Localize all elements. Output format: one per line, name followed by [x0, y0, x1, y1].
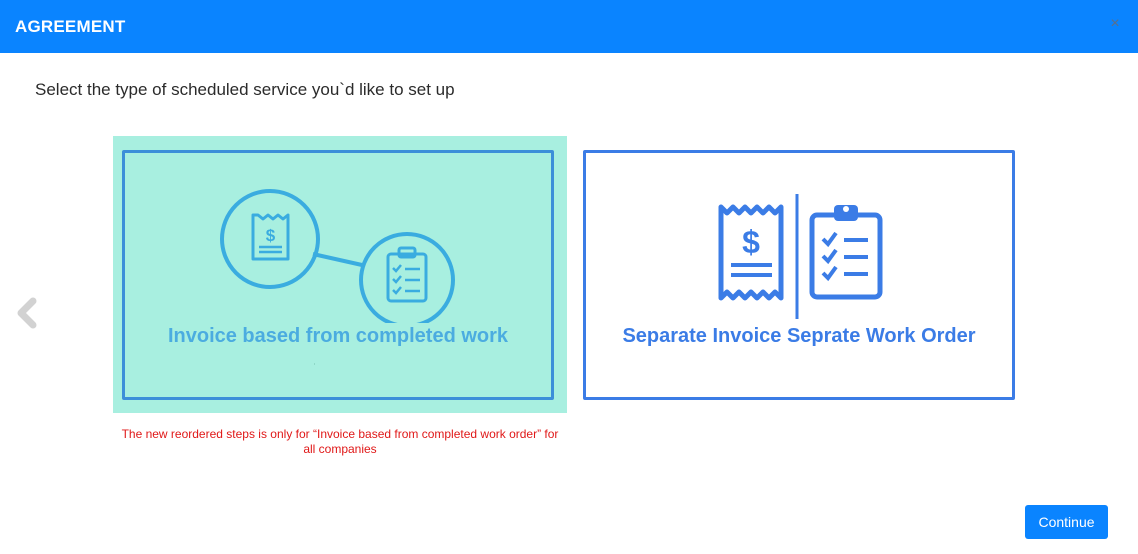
dialog-header: AGREEMENT × [0, 0, 1138, 53]
close-button[interactable]: × [1108, 14, 1122, 34]
option-separate-invoice-card[interactable]: $ Separate Invoice Seprate Work Order [583, 150, 1015, 400]
invoice-to-clipboard-icon: $ [220, 189, 455, 323]
divider-mark [314, 363, 315, 365]
agreement-dialog: AGREEMENT × Select the type of scheduled… [0, 0, 1138, 554]
invoice-and-clipboard-icon: $ [718, 194, 883, 319]
close-icon: × [1110, 15, 1120, 32]
prompt-text: Select the type of scheduled service you… [35, 80, 455, 99]
option-invoice-based-card[interactable]: $ Invoice based from completed work [122, 150, 554, 400]
svg-text:$: $ [266, 226, 276, 245]
option-separate-invoice-label: Separate Invoice Seprate Work Order [622, 325, 976, 347]
continue-button[interactable]: Continue [1025, 505, 1108, 539]
previous-button[interactable] [15, 297, 39, 329]
option-invoice-based-label: Invoice based from completed work [167, 325, 509, 347]
chevron-left-icon [17, 297, 37, 329]
dialog-title: AGREEMENT [15, 17, 126, 36]
svg-text:$: $ [742, 224, 760, 260]
reorder-note: The new reordered steps is only for “Inv… [121, 427, 559, 456]
